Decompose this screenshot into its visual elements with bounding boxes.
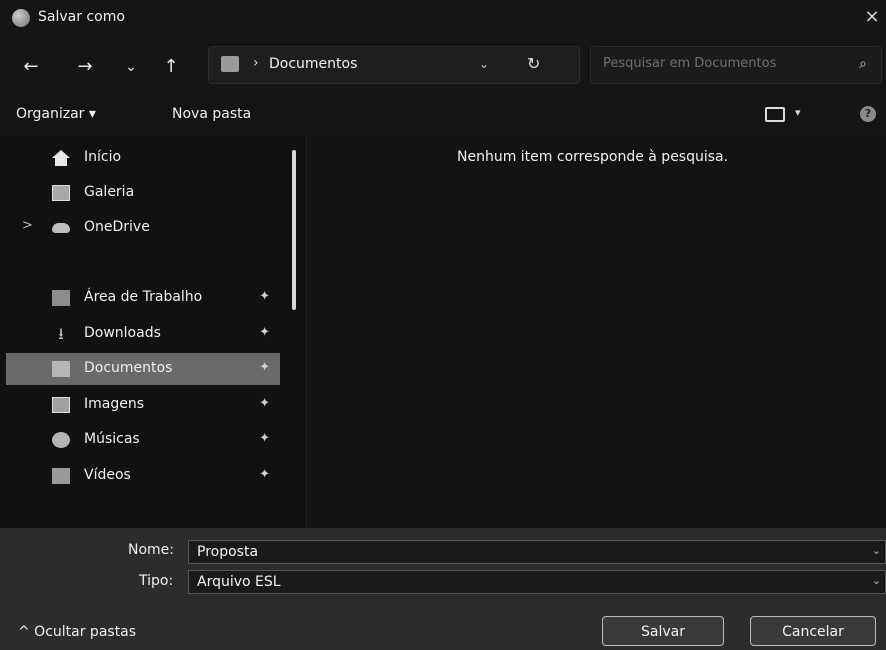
name-label: Nome: xyxy=(128,542,175,558)
empty-results-message: Nenhum item corresponde à pesquisa. xyxy=(457,149,729,165)
type-label: Tipo: xyxy=(139,573,174,589)
file-type-value: Arquivo ESL xyxy=(197,574,281,590)
breadcrumb-documentos[interactable]: Documentos xyxy=(269,56,357,72)
sidebar-item-videos[interactable]: Vídeos ✦ xyxy=(6,460,280,492)
home-icon xyxy=(52,150,70,166)
breadcrumb-separator: › xyxy=(253,55,259,71)
sidebar-item-documentos[interactable]: Documentos ✦ xyxy=(6,353,280,385)
pin-icon: ✦ xyxy=(259,289,270,304)
cloud-icon xyxy=(52,223,70,233)
expand-chevron-icon[interactable]: > xyxy=(22,218,33,233)
search-placeholder: Pesquisar em Documentos xyxy=(603,56,777,71)
desktop-icon xyxy=(52,290,70,306)
new-folder-button[interactable]: Nova pasta xyxy=(172,106,251,122)
up-button[interactable]: ↑ xyxy=(158,54,184,80)
gallery-icon xyxy=(52,185,70,201)
sidebar-item-label: Downloads xyxy=(84,325,161,341)
hide-folders-button[interactable]: ^ Ocultar pastas xyxy=(18,624,136,640)
sidebar-item-downloads[interactable]: ⭳ Downloads ✦ xyxy=(6,318,280,350)
save-button[interactable]: Salvar xyxy=(602,616,724,646)
sidebar-item-label: Músicas xyxy=(84,431,140,447)
pin-icon: ✦ xyxy=(259,467,270,482)
folder-icon xyxy=(221,56,239,72)
images-icon xyxy=(52,397,70,413)
sidebar-item-label: Galeria xyxy=(84,184,135,200)
sidebar-item-label: Vídeos xyxy=(84,467,131,483)
music-icon xyxy=(52,432,70,448)
pin-icon: ✦ xyxy=(259,325,270,340)
sidebar-item-area-de-trabalho[interactable]: Área de Trabalho ✦ xyxy=(6,282,280,314)
recent-locations-button[interactable]: ⌄ xyxy=(118,54,144,80)
sidebar-item-label: OneDrive xyxy=(84,219,150,235)
view-options-icon[interactable] xyxy=(765,107,785,122)
sidebar-item-musicas[interactable]: Músicas ✦ xyxy=(6,424,280,456)
search-input[interactable]: Pesquisar em Documentos ⌕ xyxy=(590,46,882,84)
title-bar: Salvar como × xyxy=(0,0,886,36)
sidebar-item-label: Início xyxy=(84,149,122,165)
help-icon[interactable]: ? xyxy=(860,106,876,122)
sidebar-item-imagens[interactable]: Imagens ✦ xyxy=(6,389,280,421)
address-bar[interactable]: › Documentos ⌄ ↻ xyxy=(208,46,580,84)
file-name-field[interactable]: Proposta ⌄ xyxy=(188,540,886,564)
navigation-bar: ← → ⌄ ↑ › Documentos ⌄ ↻ Pesquisar em Do… xyxy=(0,36,886,94)
chevron-down-icon[interactable]: ⌄ xyxy=(872,544,881,557)
save-as-dialog: Salvar como × ← → ⌄ ↑ › Documentos ⌄ ↻ P… xyxy=(0,0,886,650)
search-icon[interactable]: ⌕ xyxy=(859,56,867,72)
save-form: Nome: Proposta ⌄ Tipo: Arquivo ESL ⌄ ^ O… xyxy=(0,528,886,650)
sidebar-item-label: Documentos xyxy=(84,360,173,376)
sidebar-scrollbar[interactable] xyxy=(292,150,296,310)
sidebar-item-onedrive[interactable]: > OneDrive xyxy=(6,212,280,244)
cancel-button[interactable]: Cancelar xyxy=(750,616,876,646)
file-type-select[interactable]: Arquivo ESL ⌄ xyxy=(188,570,886,594)
pin-icon: ✦ xyxy=(259,396,270,411)
command-toolbar: Organizar ▾ Nova pasta ▾ ? xyxy=(0,94,886,136)
documents-icon xyxy=(52,361,70,377)
organize-menu-button[interactable]: Organizar ▾ xyxy=(16,106,96,122)
chevron-down-icon[interactable]: ⌄ xyxy=(872,574,881,587)
navigation-pane: Início Galeria > OneDrive Área de Trabal… xyxy=(0,136,306,528)
sidebar-item-label: Área de Trabalho xyxy=(84,289,203,305)
video-icon xyxy=(52,468,70,484)
address-dropdown-button[interactable]: ⌄ xyxy=(479,57,489,71)
pin-icon: ✦ xyxy=(259,360,270,375)
window-title: Salvar como xyxy=(38,9,125,25)
pin-icon: ✦ xyxy=(259,431,270,446)
app-icon xyxy=(12,9,30,27)
file-name-value[interactable]: Proposta xyxy=(197,544,258,560)
sidebar-item-inicio[interactable]: Início xyxy=(6,142,280,174)
download-icon: ⭳ xyxy=(58,324,64,343)
forward-button[interactable]: → xyxy=(72,54,98,80)
back-button[interactable]: ← xyxy=(18,54,44,80)
close-button[interactable]: × xyxy=(858,4,886,30)
file-list-area[interactable]: Nenhum item corresponde à pesquisa. xyxy=(307,136,886,528)
sidebar-item-label: Imagens xyxy=(84,396,145,412)
sidebar-item-galeria[interactable]: Galeria xyxy=(6,177,280,209)
view-options-chevron-icon[interactable]: ▾ xyxy=(795,106,801,119)
refresh-button[interactable]: ↻ xyxy=(527,54,540,73)
